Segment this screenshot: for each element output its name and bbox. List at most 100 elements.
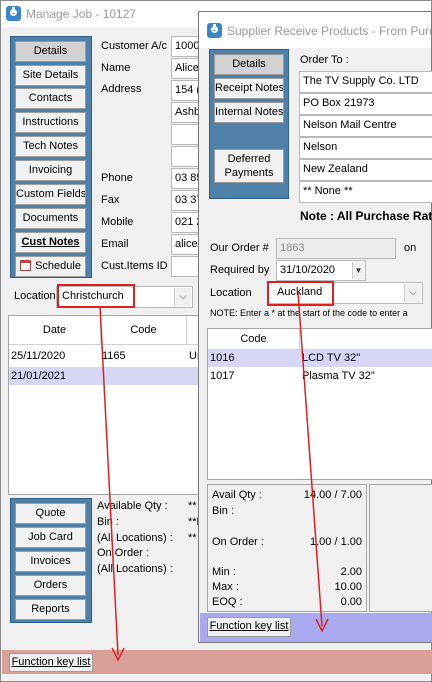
email-label: Email <box>101 238 129 250</box>
job-location-label: Location <box>14 290 56 302</box>
table-row[interactable]: 1017 Plasma TV 32" <box>208 367 432 385</box>
supplier-receive-window: Supplier Receive Products - From Purch D… <box>198 11 432 643</box>
row-code: 1017 <box>210 370 235 382</box>
our-order-label: Our Order # <box>210 242 269 254</box>
nav-deferred-payments-button[interactable]: Deferred Payments <box>214 149 284 183</box>
nav-invoicing-button[interactable]: Invoicing <box>15 160 86 181</box>
supplier-receive-titlebar[interactable]: Supplier Receive Products - From Purch <box>199 12 431 48</box>
avail-qty-value: 14.00 / 7.00 <box>303 489 362 501</box>
job-function-key-bar: Function key list <box>2 650 432 674</box>
order-to-line-1[interactable]: The TV Supply Co. LTD <box>299 71 432 93</box>
nav-details-button[interactable]: Details <box>15 41 86 62</box>
column-code[interactable]: Code <box>101 316 187 344</box>
nav-internal-notes-button[interactable]: Internal Notes <box>214 102 284 123</box>
receive-location-label: Location <box>210 287 252 299</box>
window-title: Manage Job - 10127 <box>26 7 137 21</box>
row-description: Plasma TV 32" <box>302 370 375 382</box>
table-row[interactable]: 21/01/2021 <box>9 367 207 385</box>
receive-grid-header: Code <box>208 329 432 350</box>
reports-button[interactable]: Reports <box>15 599 86 620</box>
on-label: on <box>404 242 417 254</box>
chevron-down-icon[interactable]: ⌵ <box>174 288 191 306</box>
supplier-function-key-bar: Function key list <box>200 613 432 642</box>
supplier-nav-panel: Details Receipt Notes Internal Notes Def… <box>209 49 289 199</box>
nav-instructions-button[interactable]: Instructions <box>15 112 86 133</box>
nav-contacts-button[interactable]: Contacts <box>15 88 86 109</box>
order-to-line-5[interactable]: New Zealand <box>299 159 432 181</box>
job-actions-panel: Quote Job Card Invoices Orders Reports <box>10 498 92 623</box>
row-code: 1016 <box>210 352 235 364</box>
invoices-button[interactable]: Invoices <box>15 551 86 572</box>
row-date: 21/01/2021 <box>11 370 67 382</box>
cust-items-id-label: Cust.Items ID <box>101 260 168 272</box>
min-value: 2.00 <box>340 566 362 578</box>
required-by-date-picker[interactable]: 31/10/2020 ▼ <box>276 260 366 281</box>
nav-site-details-button[interactable]: Site Details <box>15 65 86 86</box>
nav-details-button[interactable]: Details <box>214 54 284 75</box>
job-grid-header: Date Code <box>9 316 207 345</box>
app-power-icon <box>207 23 222 38</box>
nav-custom-fields-button[interactable]: Custom Fields <box>15 184 86 205</box>
order-to-line-6[interactable]: ** None ** <box>299 181 432 203</box>
customer-ac-label: Customer A/c <box>101 40 168 52</box>
window-title: Supplier Receive Products - From Purch <box>227 24 431 38</box>
column-date[interactable]: Date <box>9 316 101 344</box>
eoq-label: EOQ : <box>212 596 243 608</box>
order-to-line-2[interactable]: PO Box 21973 <box>299 93 432 115</box>
table-row[interactable]: 25/11/2020 1165 Ur <box>9 347 207 365</box>
max-label: Max : <box>212 581 239 593</box>
calendar-icon <box>20 260 32 271</box>
chevron-down-icon[interactable]: ▼ <box>352 262 364 279</box>
avail-qty-label: Avail Qty : <box>212 489 262 501</box>
phone-label: Phone <box>101 172 133 184</box>
column-code[interactable]: Code <box>208 329 300 349</box>
all-locations-label: (All Locations) : <box>97 532 173 544</box>
nav-documents-button[interactable]: Documents <box>15 208 86 229</box>
chevron-down-icon[interactable]: ⌵ <box>404 284 421 302</box>
our-order-field: 1863 <box>276 238 396 259</box>
row-date: 25/11/2020 <box>11 350 66 362</box>
purchase-rate-note: Note : All Purchase Rat <box>300 209 432 223</box>
bin-label: Bin : <box>97 516 120 528</box>
quote-button[interactable]: Quote <box>15 503 86 524</box>
receive-location-highlight <box>267 281 334 306</box>
name-label: Name <box>101 62 131 74</box>
all-locations-2-label: (All Locations) : <box>97 563 173 575</box>
available-qty-label: Available Qty : <box>97 500 168 512</box>
on-order-label: On Order : <box>97 547 149 559</box>
available-qty-value: ** <box>188 500 197 512</box>
nav-cust-notes-button[interactable]: Cust Notes <box>15 232 86 253</box>
max-value: 10.00 <box>334 581 362 593</box>
job-function-key-button[interactable]: Function key list <box>9 653 93 672</box>
order-to-line-3[interactable]: Nelson Mail Centre <box>299 115 432 137</box>
order-to-line-4[interactable]: Nelson <box>299 137 432 159</box>
on-order-label: On Order : <box>212 536 264 548</box>
nav-tech-notes-button[interactable]: Tech Notes <box>15 136 86 157</box>
required-by-label: Required by <box>210 264 270 276</box>
fax-label: Fax <box>101 194 120 206</box>
mobile-label: Mobile <box>101 216 134 228</box>
receive-items-grid[interactable]: Code 1016 LCD TV 32" 1017 Plasma TV 32" <box>207 328 432 480</box>
row-description: LCD TV 32" <box>302 352 361 364</box>
table-row[interactable]: 1016 LCD TV 32" <box>208 349 432 367</box>
address-label: Address <box>101 83 142 95</box>
job-card-button[interactable]: Job Card <box>15 527 86 548</box>
min-label: Min : <box>212 566 236 578</box>
receive-stock-panel: Avail Qty : 14.00 / 7.00 Bin : On Order … <box>207 484 367 612</box>
orders-button[interactable]: Orders <box>15 575 86 596</box>
nav-schedule-button[interactable]: Schedule <box>15 256 86 277</box>
nav-receipt-notes-button[interactable]: Receipt Notes <box>214 78 284 99</box>
job-nav-panel: Details Site Details Contacts Instructio… <box>10 36 92 278</box>
receive-side-panel <box>369 484 432 612</box>
order-to-label: Order To : <box>300 54 349 66</box>
job-items-grid[interactable]: Date Code 25/11/2020 1165 Ur 21/01/2021 <box>8 315 208 495</box>
supplier-function-key-button[interactable]: Function key list <box>207 617 291 637</box>
row-code: 1165 <box>102 350 126 362</box>
schedule-label: Schedule <box>35 260 81 272</box>
on-order-value: 1.00 / 1.00 <box>310 536 362 548</box>
deferred-payments-label: Deferred Payments <box>224 153 274 179</box>
column-description[interactable] <box>300 329 432 349</box>
code-entry-note: NOTE: Enter a * at the start of the code… <box>210 308 408 318</box>
bin-label: Bin : <box>212 505 235 517</box>
required-by-value: 31/10/2020 <box>280 264 336 276</box>
